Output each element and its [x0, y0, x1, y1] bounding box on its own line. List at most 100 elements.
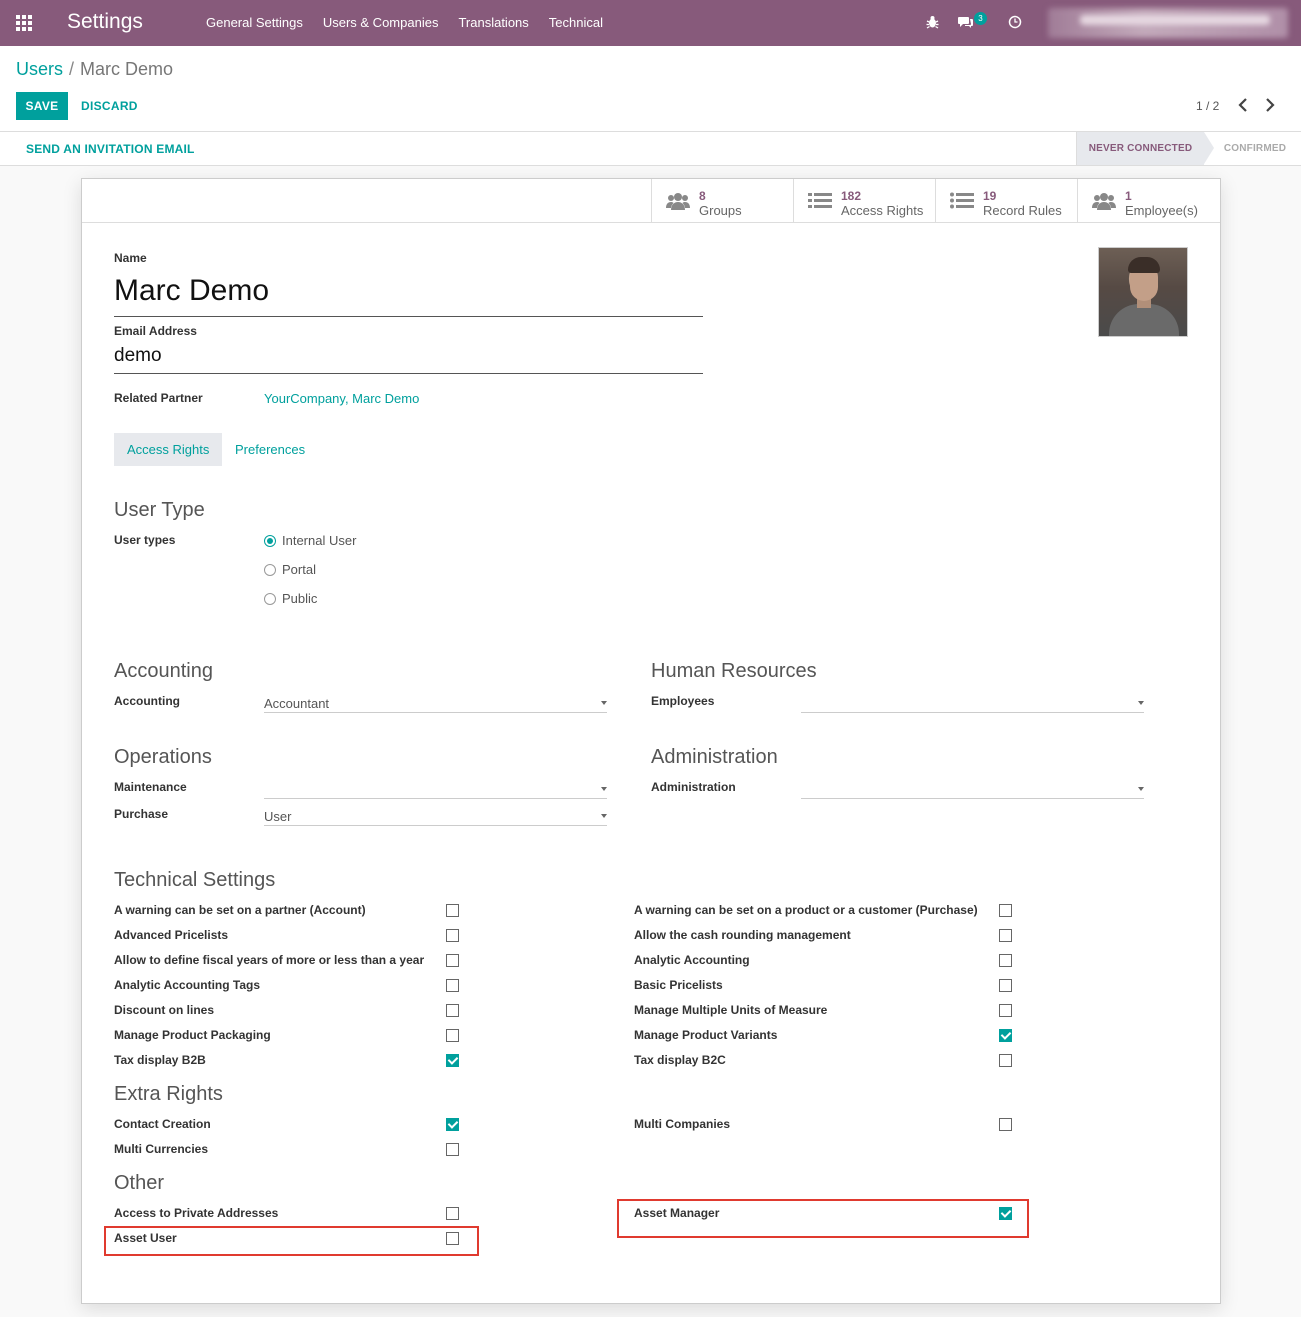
maintenance-label: Maintenance	[114, 780, 187, 794]
setting-label-analytic-accounting: Analytic Accounting	[634, 953, 750, 967]
related-partner-link[interactable]: YourCompany, Marc Demo	[264, 391, 419, 406]
radio-portal[interactable]: Portal	[264, 562, 316, 577]
checkbox-icon-multi-companies[interactable]	[999, 1118, 1012, 1131]
checkbox-icon-a-warning-can-be-set-on-a-partner-account[interactable]	[446, 904, 459, 917]
breadcrumb-current: Marc Demo	[80, 59, 174, 79]
user-types-label: User types	[114, 533, 176, 547]
chevron-left-icon[interactable]	[1236, 96, 1250, 114]
checkbox-icon-manage-multiple-units-of-measure[interactable]	[999, 1004, 1012, 1017]
menu-general-settings[interactable]: General Settings	[196, 0, 313, 46]
checked-checkbox-icon-tax-display-b2b[interactable]	[446, 1054, 459, 1067]
setting-label-manage-product-packaging: Manage Product Packaging	[114, 1028, 271, 1042]
radio-internal-user[interactable]: Internal User	[264, 533, 356, 548]
clock-icon[interactable]	[1008, 15, 1022, 29]
maintenance-select[interactable]	[264, 777, 607, 799]
employees-select[interactable]	[801, 691, 1144, 713]
name-label: Name	[114, 251, 147, 265]
radio-public[interactable]: Public	[264, 591, 317, 606]
caret-down-icon	[1138, 787, 1144, 791]
checkbox-icon-tax-display-b2c[interactable]	[999, 1054, 1012, 1067]
checkbox-icon-allow-to-define-fiscal-years-of-more-or-less-than-a-year[interactable]	[446, 954, 459, 967]
radio-label: Portal	[282, 562, 316, 577]
tab-preferences[interactable]: Preferences	[222, 433, 318, 466]
email-input[interactable]: demo	[114, 344, 703, 374]
extra-rights-title: Extra Rights	[114, 1083, 223, 1105]
access-rights-label: Access Rights	[841, 203, 924, 218]
stage-never-connected[interactable]: NEVER CONNECTED	[1076, 132, 1214, 165]
accounting-select[interactable]: Accountant	[264, 691, 607, 713]
access-rights-smart-button[interactable]: 182 Access Rights	[793, 179, 935, 222]
caret-down-icon	[601, 787, 607, 791]
checkbox-icon-multi-currencies[interactable]	[446, 1143, 459, 1156]
setting-label-advanced-pricelists: Advanced Pricelists	[114, 928, 229, 942]
record-rules-smart-button[interactable]: 19 Record Rules	[935, 179, 1077, 222]
groups-smart-button[interactable]: 8 Groups	[651, 179, 793, 222]
administration-label: Administration	[651, 780, 736, 794]
setting-label-contact-creation: Contact Creation	[114, 1117, 211, 1131]
purchase-select[interactable]: User	[264, 804, 607, 826]
users-icon	[666, 193, 690, 210]
administration-select[interactable]	[801, 777, 1144, 799]
setting-label-discount-on-lines: Discount on lines	[114, 1003, 215, 1017]
radio-unchecked-icon[interactable]	[264, 563, 276, 576]
checked-checkbox-icon-manage-product-variants[interactable]	[999, 1029, 1012, 1042]
groups-label: Groups	[699, 203, 742, 218]
checkbox-icon-allow-the-cash-rounding-management[interactable]	[999, 929, 1012, 942]
bug-icon[interactable]	[926, 15, 939, 29]
checkbox-icon-a-warning-can-be-set-on-a-product-or-a-customer-purchase[interactable]	[999, 904, 1012, 917]
send-invitation-button[interactable]: SEND AN INVITATION EMAIL	[26, 142, 195, 156]
apps-icon[interactable]	[16, 15, 34, 31]
accounting-value: Accountant	[264, 696, 330, 711]
avatar[interactable]	[1098, 247, 1188, 337]
name-input[interactable]: Marc Demo	[114, 272, 703, 317]
checkbox-icon-basic-pricelists[interactable]	[999, 979, 1012, 992]
chevron-right-icon[interactable]	[1263, 96, 1277, 114]
caret-down-icon	[601, 701, 607, 705]
operations-title: Operations	[114, 746, 212, 768]
save-button[interactable]: SAVE	[16, 92, 68, 120]
administration-title: Administration	[651, 746, 778, 768]
setting-label-a-warning-can-be-set-on-a-product-or-a-customer-purchase: A warning can be set on a product or a c…	[634, 903, 978, 917]
breadcrumb-separator: /	[69, 59, 75, 79]
radio-unchecked-icon[interactable]	[264, 592, 276, 605]
checkbox-icon-manage-product-packaging[interactable]	[446, 1029, 459, 1042]
technical-settings-title: Technical Settings	[114, 869, 276, 891]
list-icon	[950, 192, 974, 209]
status-bar: SEND AN INVITATION EMAIL NEVER CONNECTED…	[0, 132, 1301, 166]
chat-icon[interactable]	[958, 15, 974, 29]
setting-label-allow-to-define-fiscal-years-of-more-or-less-than-a-year: Allow to define fiscal years of more or …	[114, 953, 425, 967]
menu-translations[interactable]: Translations	[448, 0, 538, 46]
stage-confirmed[interactable]: CONFIRMED	[1218, 132, 1292, 165]
setting-label-multi-companies: Multi Companies	[634, 1117, 731, 1131]
tab-access-rights[interactable]: Access Rights	[114, 433, 223, 466]
checkbox-icon-advanced-pricelists[interactable]	[446, 929, 459, 942]
purchase-value: User	[264, 809, 292, 824]
radio-label: Internal User	[282, 533, 357, 548]
discard-button[interactable]: DISCARD	[76, 92, 143, 120]
record-rules-count: 19	[983, 189, 997, 203]
setting-label-basic-pricelists: Basic Pricelists	[634, 978, 723, 992]
setting-label-tax-display-b2b: Tax display B2B	[114, 1053, 206, 1067]
employees-smart-button[interactable]: 1 Employee(s)	[1077, 179, 1219, 222]
radio-checked-icon[interactable]	[264, 534, 276, 547]
list-icon	[808, 193, 832, 208]
checkbox-icon-analytic-accounting-tags[interactable]	[446, 979, 459, 992]
checkbox-icon-analytic-accounting[interactable]	[999, 954, 1012, 967]
setting-label-multi-currencies: Multi Currencies	[114, 1142, 209, 1156]
checkbox-icon-access-to-private-addresses[interactable]	[446, 1207, 459, 1220]
top-navbar: Settings General Settings Users & Compan…	[0, 0, 1301, 46]
checkbox-icon-discount-on-lines[interactable]	[446, 1004, 459, 1017]
menu-technical[interactable]: Technical	[539, 0, 613, 46]
highlight-asset-manager	[617, 1199, 1029, 1238]
radio-label: Public	[282, 591, 318, 606]
access-rights-count: 182	[841, 189, 862, 203]
pager-value[interactable]: 1 / 2	[1196, 99, 1219, 113]
setting-label-tax-display-b2c: Tax display B2C	[634, 1053, 726, 1067]
breadcrumb-users[interactable]: Users	[16, 59, 63, 79]
control-panel: Users / Marc Demo SAVE DISCARD 1 / 2	[0, 46, 1301, 132]
checked-checkbox-icon-contact-creation[interactable]	[446, 1118, 459, 1131]
menu-users-companies[interactable]: Users & Companies	[313, 0, 449, 46]
record-rules-label: Record Rules	[983, 203, 1062, 218]
messages-count-badge: 3	[974, 12, 987, 25]
caret-down-icon	[1138, 701, 1144, 705]
